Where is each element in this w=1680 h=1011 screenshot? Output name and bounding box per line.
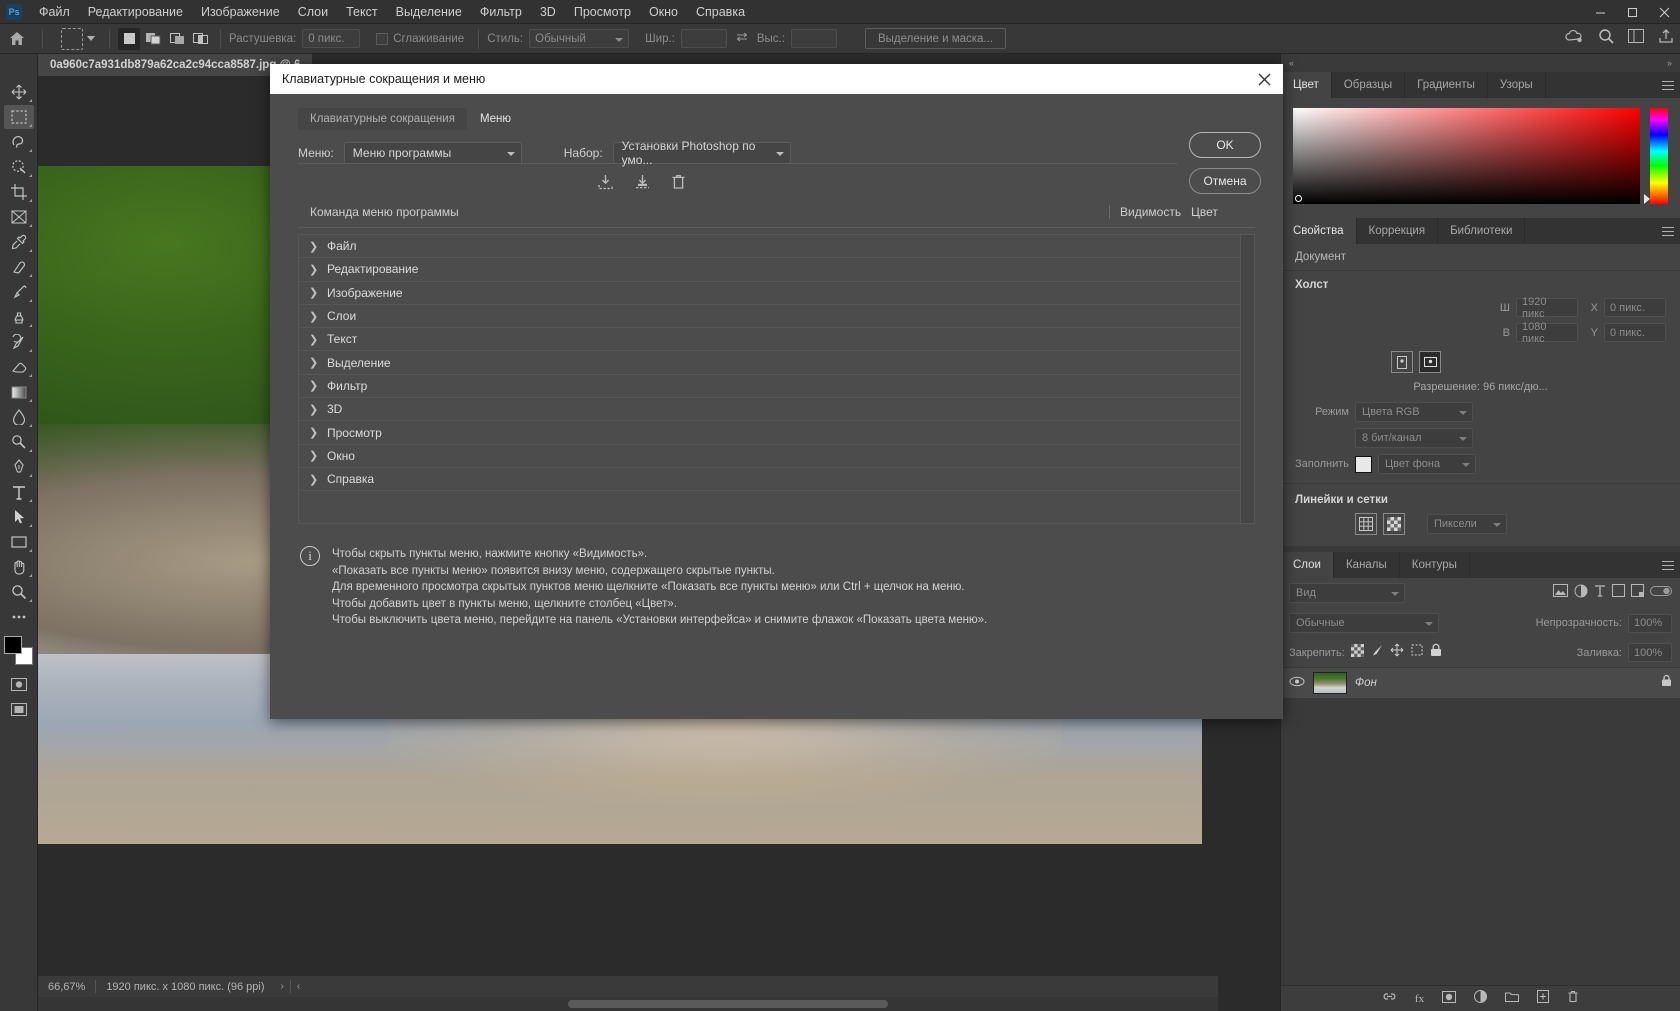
- list-item-label: Фильтр: [327, 378, 368, 393]
- set-action-icons[interactable]: [270, 164, 1013, 199]
- dialog-titlebar: Клавиатурные сокращения и меню: [270, 64, 1283, 94]
- set-select[interactable]: Установки Photoshop по умо...: [612, 139, 791, 167]
- dialog-selectors-row: Меню: Меню программы Набор: Установки Ph…: [270, 130, 1283, 167]
- chevron-right-icon[interactable]: ❯: [309, 240, 327, 253]
- tab-menus[interactable]: Меню: [467, 108, 524, 130]
- menu-for-select[interactable]: Меню программы: [343, 142, 522, 164]
- info-icon: i: [300, 546, 320, 566]
- list-item-label: Текст: [327, 332, 358, 347]
- column-color: Цвет: [1191, 205, 1218, 219]
- ok-button[interactable]: OK: [1189, 132, 1261, 158]
- cancel-button[interactable]: Отмена: [1189, 168, 1261, 194]
- tab-keyboard-shortcuts[interactable]: Клавиатурные сокращения: [298, 108, 467, 130]
- delete-set-icon[interactable]: [671, 174, 686, 195]
- chevron-right-icon[interactable]: ❯: [309, 403, 327, 416]
- chevron-right-icon[interactable]: ❯: [309, 310, 327, 323]
- column-visibility: Видимость: [1109, 205, 1185, 219]
- save-set-as-icon[interactable]: [634, 174, 651, 195]
- chevron-right-icon[interactable]: ❯: [309, 379, 327, 392]
- list-item[interactable]: ❯ Файл: [299, 235, 1254, 259]
- chevron-right-icon[interactable]: ❯: [309, 356, 327, 369]
- dialog-buttons[interactable]: OK Отмена: [1189, 132, 1261, 194]
- info-line: Чтобы выключить цвета меню, перейдите на…: [332, 614, 988, 626]
- dialog-body: Клавиатурные сокращения Меню Меню: Меню …: [270, 94, 1283, 719]
- list-item-label: Просмотр: [327, 425, 382, 440]
- dialog-tabs[interactable]: Клавиатурные сокращения Меню: [270, 94, 1283, 130]
- list-item-label: Слои: [327, 309, 357, 324]
- set-label: Набор:: [563, 146, 603, 160]
- menu-label: Меню:: [298, 146, 334, 160]
- list-item[interactable]: ❯ Окно: [299, 445, 1254, 468]
- list-item[interactable]: ❯ Текст: [299, 328, 1254, 352]
- list-item[interactable]: ❯ Слои: [299, 305, 1254, 329]
- chevron-right-icon[interactable]: ❯: [309, 449, 327, 462]
- list-scrollbar[interactable]: [1240, 235, 1254, 523]
- list-item[interactable]: ❯ Выделение: [299, 351, 1254, 375]
- column-command: Команда меню программы: [310, 205, 459, 219]
- dialog-title: Клавиатурные сокращения и меню: [282, 72, 486, 86]
- dialog-info-block: i Чтобы скрыть пункты меню, нажмите кноп…: [270, 524, 1283, 629]
- menu-commands-list[interactable]: ❯ Файл ❯ Редактирование ❯ Изображение ❯ Слои…: [298, 234, 1255, 524]
- list-item-label: Окно: [327, 448, 355, 463]
- list-item-label: Редактирование: [327, 262, 419, 277]
- list-item-label: Справка: [327, 472, 375, 487]
- chevron-right-icon[interactable]: ❯: [309, 426, 327, 439]
- list-item[interactable]: ❯ Редактирование: [299, 258, 1254, 282]
- list-item-label: 3D: [327, 402, 343, 417]
- list-item[interactable]: ❯ Справка: [299, 468, 1254, 492]
- list-item[interactable]: ❯ Просмотр: [299, 421, 1254, 445]
- close-icon[interactable]: [1251, 66, 1277, 92]
- list-item-label: Изображение: [327, 285, 403, 300]
- list-item-label: Выделение: [327, 355, 391, 370]
- chevron-right-icon[interactable]: ❯: [309, 333, 327, 346]
- info-line: Чтобы добавить цвет в пункты меню, щелкн…: [332, 597, 678, 610]
- save-set-icon[interactable]: [597, 174, 614, 195]
- list-item-label: Файл: [327, 239, 357, 254]
- chevron-right-icon[interactable]: ❯: [309, 286, 327, 299]
- list-item[interactable]: ❯ Изображение: [299, 282, 1254, 305]
- list-item[interactable]: ❯ 3D: [299, 398, 1254, 422]
- keyboard-shortcuts-and-menus-dialog: Клавиатурные сокращения и меню Клавиатур…: [270, 64, 1283, 719]
- info-line: Чтобы скрыть пункты меню, нажмите кнопку…: [332, 548, 648, 560]
- chevron-right-icon[interactable]: ❯: [309, 263, 327, 276]
- list-column-headers: Команда меню программы Видимость Цвет: [298, 199, 1255, 228]
- info-text: Чтобы скрыть пункты меню, нажмите кнопку…: [332, 546, 987, 629]
- info-line: «Показать все пункты меню» появится вниз…: [332, 564, 775, 577]
- chevron-right-icon[interactable]: ❯: [309, 473, 327, 486]
- list-item[interactable]: ❯ Фильтр: [299, 375, 1254, 399]
- info-line: Для временного просмотра скрытых пунктов…: [332, 581, 965, 593]
